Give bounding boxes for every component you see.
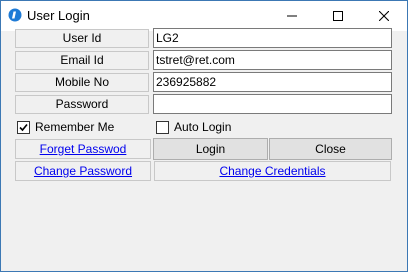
app-icon [8, 8, 22, 22]
user-id-label: User Id [15, 29, 149, 48]
mobile-input[interactable] [153, 72, 392, 92]
checkmark-icon [19, 123, 28, 131]
auto-login-option[interactable]: Auto Login [156, 119, 231, 135]
remember-me-label: Remember Me [35, 120, 115, 134]
user-id-input[interactable] [153, 28, 392, 48]
forget-password-link[interactable]: Forget Passwod [15, 139, 151, 159]
auto-login-label: Auto Login [174, 120, 232, 134]
email-label: Email Id [15, 51, 149, 70]
minimize-button[interactable] [269, 1, 315, 31]
maximize-icon [333, 11, 343, 21]
login-window: User Login User Id Email Id Mobile No [0, 0, 408, 272]
change-password-link[interactable]: Change Password [15, 161, 151, 181]
form-area: User Id Email Id Mobile No Password Reme… [1, 28, 407, 271]
password-label: Password [15, 95, 149, 114]
email-input[interactable] [153, 50, 392, 70]
mobile-label: Mobile No [15, 73, 149, 92]
close-window-button[interactable] [361, 1, 407, 31]
close-icon [379, 11, 389, 21]
title-bar[interactable]: User Login [1, 1, 407, 31]
change-credentials-link[interactable]: Change Credentials [154, 161, 391, 181]
window-title: User Login [27, 8, 90, 23]
remember-me-option[interactable]: Remember Me [17, 119, 114, 135]
password-input[interactable] [153, 94, 392, 114]
close-button[interactable]: Close [269, 138, 392, 160]
maximize-button[interactable] [315, 1, 361, 31]
auto-login-checkbox[interactable] [156, 120, 169, 134]
login-button[interactable]: Login [153, 138, 268, 160]
remember-me-checkbox[interactable] [17, 120, 30, 134]
minimize-icon [287, 15, 297, 17]
